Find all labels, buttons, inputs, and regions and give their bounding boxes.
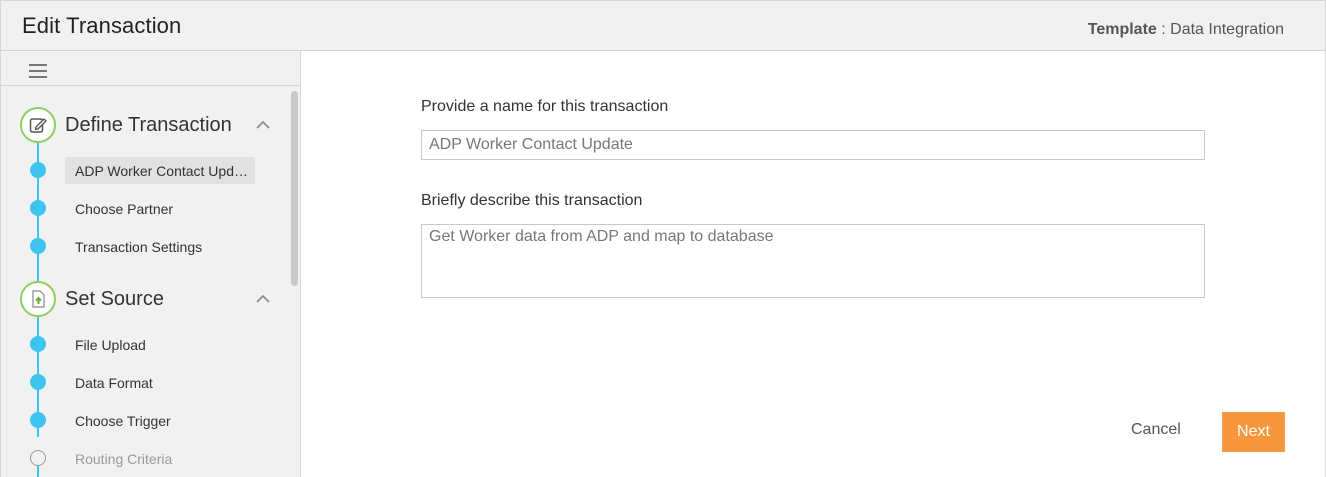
- section-title-define-transaction[interactable]: Define Transaction: [65, 114, 232, 137]
- chevron-up-icon[interactable]: [256, 118, 270, 132]
- step-dot-complete: [30, 200, 46, 216]
- edit-icon: [20, 107, 56, 143]
- page-header: Edit Transaction Template : Data Integra…: [0, 0, 1326, 51]
- step-routing-criteria[interactable]: Routing Criteria: [75, 451, 172, 467]
- file-upload-icon: [20, 281, 56, 317]
- step-dot-complete: [30, 162, 46, 178]
- step-transaction-settings[interactable]: Transaction Settings: [75, 239, 202, 255]
- step-transaction-name[interactable]: ADP Worker Contact Upd…: [75, 163, 248, 179]
- step-dot-complete: [30, 374, 46, 390]
- name-label: Provide a name for this transaction: [421, 98, 669, 115]
- cancel-button[interactable]: Cancel: [1131, 421, 1181, 439]
- step-dot-complete: [30, 238, 46, 254]
- description-label: Briefly describe this transaction: [421, 192, 643, 209]
- template-value: Data Integration: [1170, 21, 1284, 38]
- template-info: Template : Data Integration: [1088, 21, 1284, 39]
- main-content: Provide a name for this transaction Brie…: [301, 51, 1326, 477]
- next-button[interactable]: Next: [1222, 412, 1285, 452]
- hamburger-icon[interactable]: [29, 64, 47, 78]
- step-dot-complete: [30, 412, 46, 428]
- transaction-name-input[interactable]: [421, 130, 1205, 160]
- step-file-upload[interactable]: File Upload: [75, 337, 146, 353]
- sidebar: Define Transaction ADP Worker Contact Up…: [0, 51, 301, 477]
- sidebar-toolbar: [1, 51, 300, 86]
- template-separator: :: [1156, 21, 1171, 38]
- section-title-set-source[interactable]: Set Source: [65, 288, 164, 311]
- template-label: Template: [1087, 21, 1157, 38]
- step-choose-partner[interactable]: Choose Partner: [75, 201, 173, 217]
- page-title: Edit Transaction: [22, 13, 182, 38]
- transaction-description-input[interactable]: Get Worker data from ADP and map to data…: [421, 224, 1205, 298]
- step-dot-complete: [30, 336, 46, 352]
- step-dot-incomplete: [30, 450, 46, 466]
- sidebar-scrollbar[interactable]: [291, 91, 298, 286]
- chevron-up-icon[interactable]: [256, 292, 270, 306]
- step-choose-trigger[interactable]: Choose Trigger: [75, 413, 171, 429]
- step-data-format[interactable]: Data Format: [75, 375, 153, 391]
